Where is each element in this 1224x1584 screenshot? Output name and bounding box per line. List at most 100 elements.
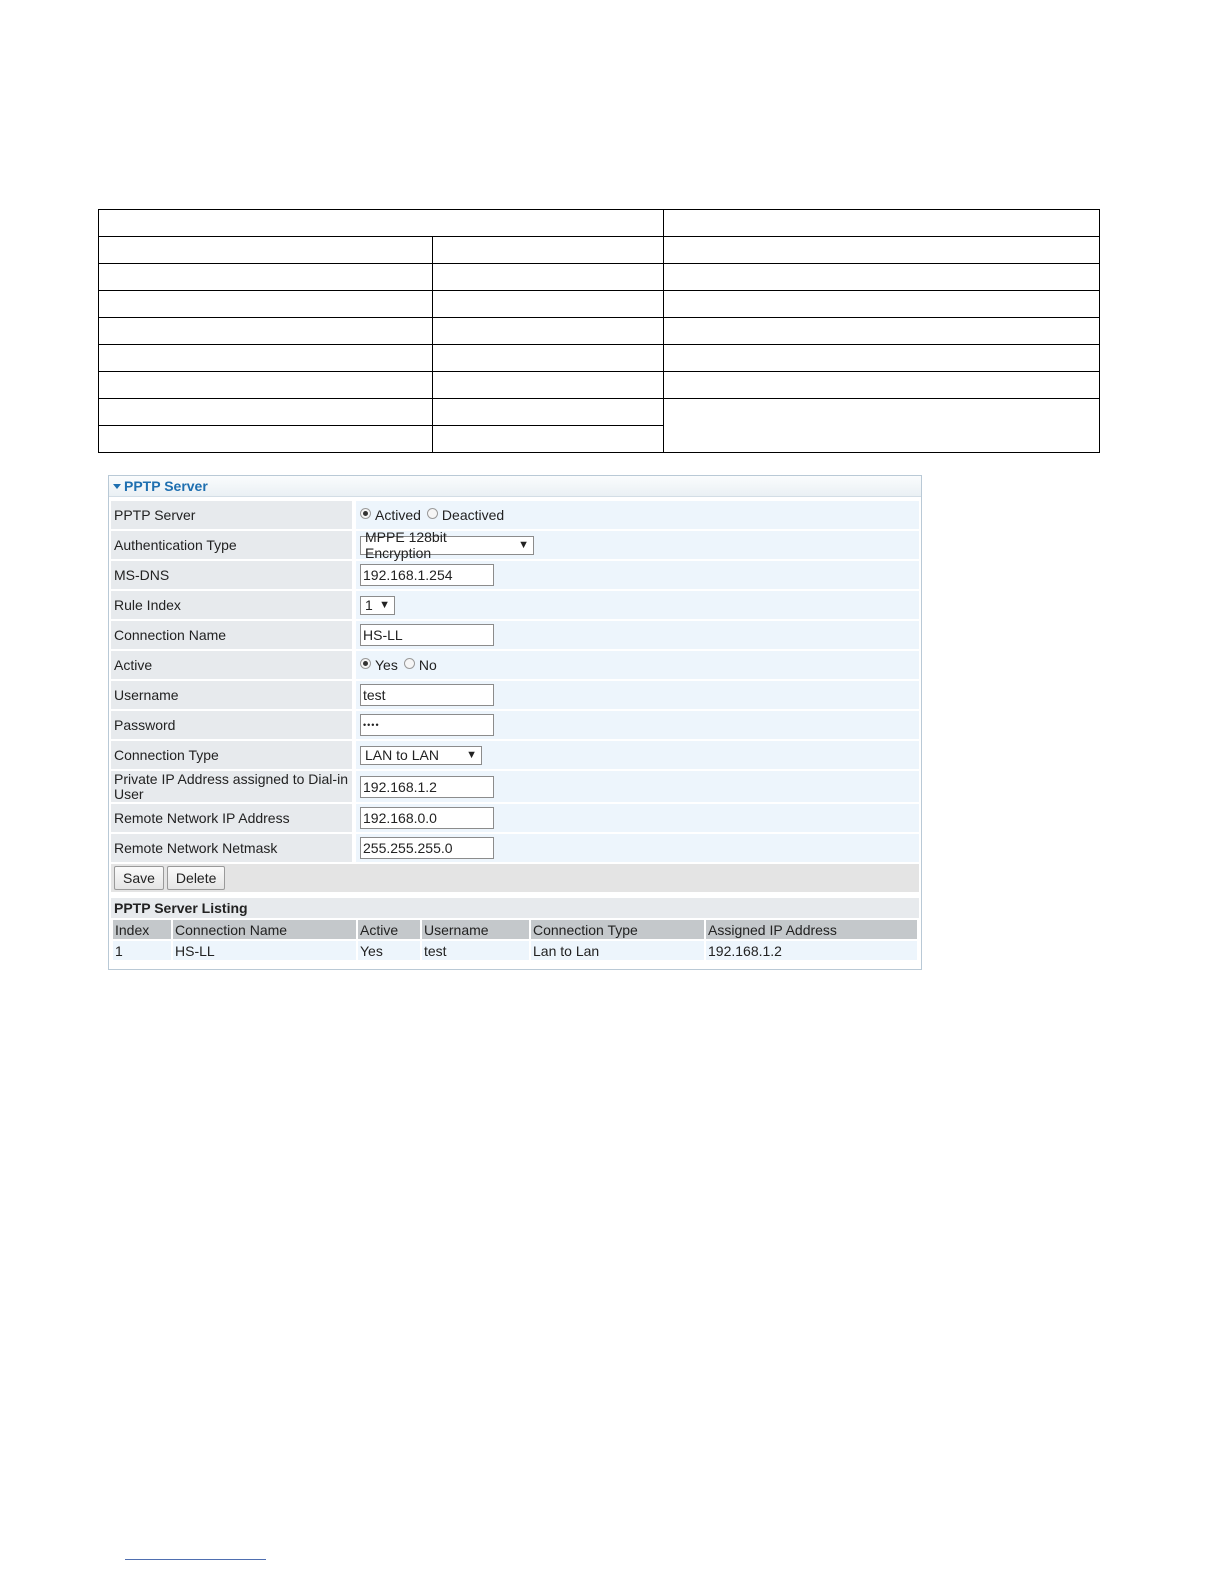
row-rule-index: Rule Index 1 ▼ bbox=[111, 591, 919, 619]
document-table bbox=[98, 209, 1100, 453]
panel-header[interactable]: PPTP Server bbox=[109, 476, 921, 497]
ms-dns-input[interactable]: 192.168.1.254 bbox=[360, 564, 494, 586]
connection-type-label: Connection Type bbox=[111, 741, 352, 769]
header-index: Index bbox=[113, 920, 171, 939]
doc-cell bbox=[663, 371, 1100, 399]
doc-cell bbox=[663, 236, 1100, 264]
dropdown-arrow-icon: ▼ bbox=[518, 539, 529, 551]
doc-cell bbox=[98, 398, 433, 426]
doc-cell bbox=[98, 290, 433, 318]
row-remote-ip: Remote Network IP Address 192.168.0.0 bbox=[111, 804, 919, 832]
auth-type-label: Authentication Type bbox=[111, 531, 352, 559]
actived-radio[interactable] bbox=[360, 507, 371, 519]
remote-netmask-input[interactable]: 255.255.255.0 bbox=[360, 837, 494, 859]
header-active: Active bbox=[358, 920, 420, 939]
row-username: Username test bbox=[111, 681, 919, 709]
doc-cell bbox=[98, 425, 433, 453]
remote-ip-value: 192.168.0.0 bbox=[356, 804, 919, 832]
doc-cell bbox=[663, 290, 1100, 318]
auth-type-value: MPPE 128bit Encryption ▼ bbox=[356, 529, 919, 561]
private-ip-input[interactable]: 192.168.1.2 bbox=[360, 775, 494, 798]
form-rows: PPTP Server Actived Deactived Authentica… bbox=[109, 497, 921, 962]
row-connection-name: Connection Name HS-LL bbox=[111, 621, 919, 649]
remote-netmask-value: 255.255.255.0 bbox=[356, 834, 919, 862]
doc-cell bbox=[432, 371, 664, 399]
connection-type-select[interactable]: LAN to LAN ▼ bbox=[360, 745, 482, 765]
row-pptp-server: PPTP Server Actived Deactived bbox=[111, 501, 919, 529]
connection-name-label: Connection Name bbox=[111, 621, 352, 649]
private-ip-value: 192.168.1.2 bbox=[356, 771, 919, 802]
ms-dns-value: 192.168.1.254 bbox=[356, 561, 919, 589]
doc-cell bbox=[98, 371, 433, 399]
row-connection-type: Connection Type LAN to LAN ▼ bbox=[111, 741, 919, 769]
listing-table: Index Connection Name Active Username Co… bbox=[111, 918, 919, 962]
pptp-server-panel: PPTP Server PPTP Server Actived Deactive… bbox=[108, 475, 922, 970]
ms-dns-label: MS-DNS bbox=[111, 561, 352, 589]
listing-title: PPTP Server Listing bbox=[111, 898, 919, 918]
doc-cell bbox=[98, 317, 433, 345]
doc-cell bbox=[663, 344, 1100, 372]
remote-netmask-label: Remote Network Netmask bbox=[111, 834, 352, 862]
password-label: Password bbox=[111, 711, 352, 739]
doc-cell bbox=[432, 317, 664, 345]
cell-assigned-ip: 192.168.1.2 bbox=[706, 941, 917, 960]
doc-cell bbox=[432, 290, 664, 318]
deactived-radio-label: Deactived bbox=[441, 507, 505, 523]
cell-username: test bbox=[422, 941, 529, 960]
doc-cell bbox=[98, 209, 664, 237]
auth-type-selected: MPPE 128bit Encryption bbox=[365, 529, 447, 561]
doc-cell bbox=[432, 263, 664, 291]
doc-cell bbox=[432, 236, 664, 264]
header-assigned-ip: Assigned IP Address bbox=[706, 920, 917, 939]
active-no-radio[interactable] bbox=[403, 657, 415, 669]
connection-type-value: LAN to LAN ▼ bbox=[356, 741, 919, 769]
panel-title: PPTP Server bbox=[124, 478, 208, 494]
username-label: Username bbox=[111, 681, 352, 709]
doc-cell bbox=[663, 263, 1100, 291]
save-button[interactable]: Save bbox=[114, 866, 164, 890]
password-value: •••• bbox=[356, 711, 919, 739]
row-password: Password •••• bbox=[111, 711, 919, 739]
doc-cell bbox=[432, 398, 664, 426]
remote-ip-input[interactable]: 192.168.0.0 bbox=[360, 807, 494, 829]
cell-connection-name: HS-LL bbox=[173, 941, 356, 960]
row-remote-netmask: Remote Network Netmask 255.255.255.0 bbox=[111, 834, 919, 862]
doc-cell bbox=[663, 317, 1100, 345]
private-ip-label: Private IP Address assigned to Dial-in U… bbox=[111, 771, 352, 802]
connection-type-selected: LAN to LAN bbox=[365, 747, 439, 763]
doc-cell bbox=[98, 263, 433, 291]
header-username: Username bbox=[422, 920, 529, 939]
auth-type-select[interactable]: MPPE 128bit Encryption ▼ bbox=[360, 529, 534, 561]
listing-header-row: Index Connection Name Active Username Co… bbox=[113, 920, 917, 939]
doc-cell bbox=[663, 398, 1100, 453]
connection-name-input[interactable]: HS-LL bbox=[360, 624, 494, 646]
rule-index-label: Rule Index bbox=[111, 591, 352, 619]
dropdown-arrow-icon: ▼ bbox=[466, 749, 477, 761]
rule-index-select[interactable]: 1 ▼ bbox=[360, 595, 395, 615]
deactived-radio[interactable] bbox=[426, 507, 438, 519]
rule-index-value: 1 ▼ bbox=[356, 591, 919, 619]
doc-cell bbox=[98, 236, 433, 264]
cell-index: 1 bbox=[113, 941, 171, 960]
pptp-server-label: PPTP Server bbox=[111, 501, 352, 529]
rule-index-selected: 1 bbox=[365, 597, 373, 613]
table-row[interactable]: 1 HS-LL Yes test Lan to Lan 192.168.1.2 bbox=[113, 941, 917, 960]
doc-cell bbox=[663, 209, 1100, 237]
doc-cell bbox=[432, 425, 664, 453]
cell-active: Yes bbox=[358, 941, 420, 960]
cell-connection-type: Lan to Lan bbox=[531, 941, 704, 960]
footer-underline bbox=[125, 1559, 266, 1560]
doc-cell bbox=[98, 344, 433, 372]
connection-name-value: HS-LL bbox=[356, 621, 919, 649]
collapse-triangle-icon[interactable] bbox=[113, 483, 121, 489]
active-no-label: No bbox=[418, 657, 437, 673]
delete-button[interactable]: Delete bbox=[166, 866, 226, 890]
password-input[interactable]: •••• bbox=[360, 714, 494, 736]
row-ms-dns: MS-DNS 192.168.1.254 bbox=[111, 561, 919, 589]
row-auth-type: Authentication Type MPPE 128bit Encrypti… bbox=[111, 529, 919, 561]
username-input[interactable]: test bbox=[360, 684, 494, 706]
active-yes-radio[interactable] bbox=[360, 657, 371, 669]
header-connection-type: Connection Type bbox=[531, 920, 704, 939]
doc-cell bbox=[432, 344, 664, 372]
dropdown-arrow-icon: ▼ bbox=[379, 599, 390, 611]
